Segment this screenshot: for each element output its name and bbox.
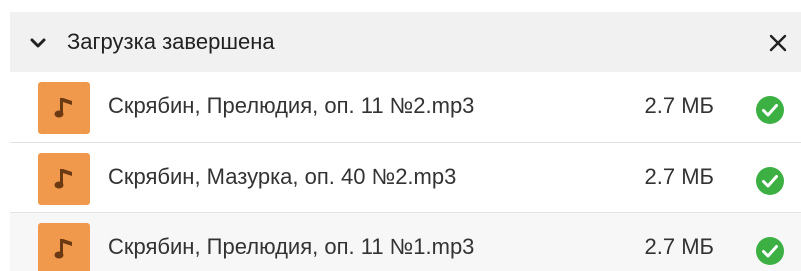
file-name: Скрябин, Прелюдия, оп. 11 №1.mp3 xyxy=(108,234,475,259)
file-size: 2.7 МБ xyxy=(644,93,714,118)
check-circle-icon xyxy=(756,237,784,265)
download-panel: Загрузка завершена Скрябин, Прелюдия, оп… xyxy=(10,12,801,271)
close-icon[interactable] xyxy=(767,32,789,54)
download-panel-header: Загрузка завершена xyxy=(10,12,801,72)
music-note-icon xyxy=(38,82,90,134)
chevron-down-icon[interactable] xyxy=(28,33,48,53)
file-size: 2.7 МБ xyxy=(644,234,714,259)
music-note-icon xyxy=(38,223,90,271)
download-item[interactable]: Скрябин, Прелюдия, оп. 11 №2.mp3 2.7 МБ xyxy=(10,72,801,142)
music-note-icon xyxy=(38,153,90,205)
file-name: Скрябин, Мазурка, оп. 40 №2.mp3 xyxy=(108,164,457,189)
panel-title: Загрузка завершена xyxy=(67,29,275,54)
download-item[interactable]: Скрябин, Мазурка, оп. 40 №2.mp3 2.7 МБ xyxy=(10,142,801,212)
file-name: Скрябин, Прелюдия, оп. 11 №2.mp3 xyxy=(108,93,475,118)
download-item[interactable]: Скрябин, Прелюдия, оп. 11 №1.mp3 2.7 МБ xyxy=(10,212,801,271)
check-circle-icon xyxy=(756,167,784,195)
file-size: 2.7 МБ xyxy=(644,164,714,189)
check-circle-icon xyxy=(756,96,784,124)
